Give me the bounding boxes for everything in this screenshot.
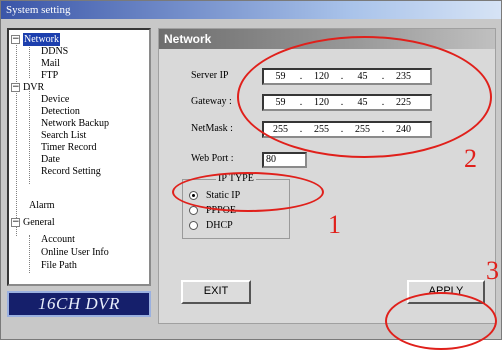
radio-dhcp[interactable] [189,221,198,230]
annotation-circle-2 [237,36,492,158]
tree-connector-dvr [29,88,30,184]
collapse-icon[interactable]: − [11,35,20,44]
tree-item-dvr[interactable]: − DVR [11,81,44,94]
tree-item-account[interactable]: Account [41,233,75,246]
settings-tree: − Network DDNS Mail FTP − DVR Device Det… [7,28,151,286]
tree-item-general-label: General [23,217,55,228]
web-port-field[interactable]: 80 [262,152,307,168]
tree-item-record-setting[interactable]: Record Setting [41,165,101,178]
radio-pppoe[interactable] [189,206,198,215]
collapse-icon[interactable]: − [11,218,20,227]
web-port-label: Web Port : [191,153,234,164]
annotation-circle-1 [172,172,324,212]
server-ip-label: Server IP [191,70,229,81]
tree-connector-root [16,40,17,236]
dvr-logo: 16CH DVR [7,291,151,317]
tree-item-general[interactable]: − General [11,216,55,229]
collapse-icon[interactable]: − [11,83,20,92]
tree-connector-general [29,235,30,273]
gateway-label: Gateway : [191,96,232,107]
exit-button[interactable]: EXIT [181,280,251,304]
window-title: System setting [6,4,71,16]
tree-item-online-user-info[interactable]: Online User Info [41,246,109,259]
tree-connector-network [29,44,30,78]
title-bar: System setting [1,1,501,19]
netmask-label: NetMask : [191,123,233,134]
tree-item-alarm[interactable]: Alarm [29,199,55,212]
tree-item-file-path[interactable]: File Path [41,259,77,272]
radio-dhcp-label: DHCP [206,220,233,231]
annotation-number-2: 2 [464,144,477,173]
radio-row-dhcp[interactable]: DHCP [189,220,233,231]
annotation-circle-3 [385,292,497,350]
annotation-number-1: 1 [328,210,341,239]
annotation-number-3: 3 [486,256,499,285]
